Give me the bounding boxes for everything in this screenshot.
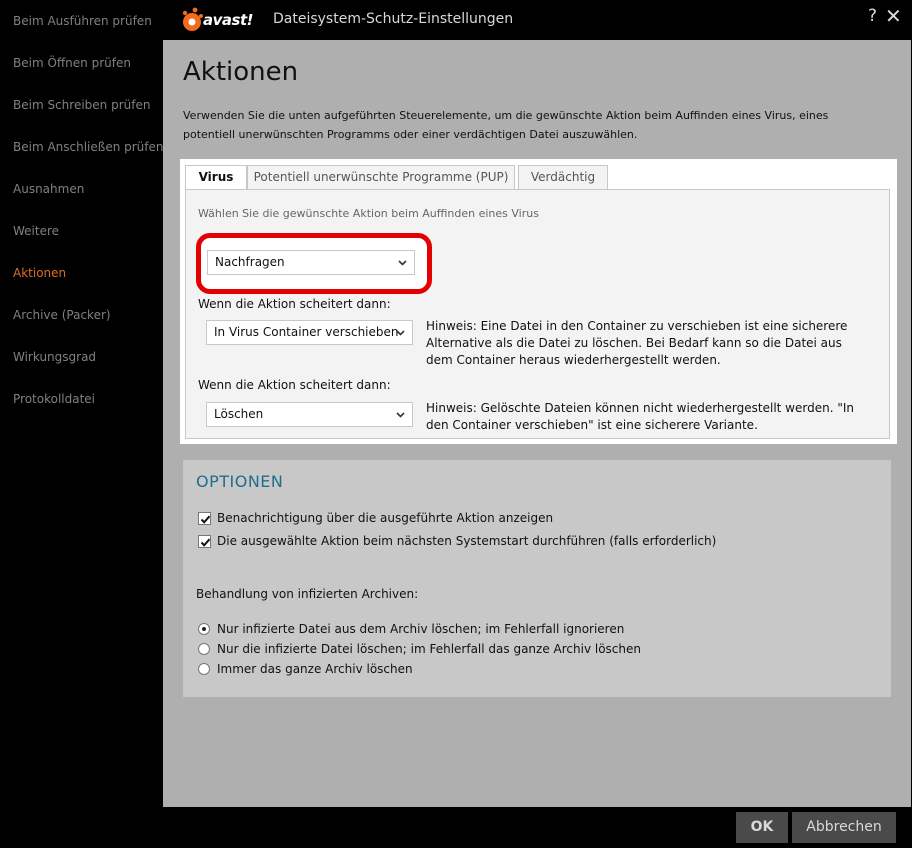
- sidebar-item-beim-oeffnen-pruefen[interactable]: Beim Öffnen prüfen: [13, 56, 131, 70]
- radio-delete-file-or-archive[interactable]: [198, 643, 210, 655]
- radio-delete-file-ignore[interactable]: [198, 623, 210, 635]
- radio-delete-archive[interactable]: [198, 663, 210, 675]
- radio-label-3: Immer das ganze Archiv löschen: [217, 662, 413, 676]
- cancel-button[interactable]: Abbrechen: [792, 812, 896, 843]
- tab-verdaechtig[interactable]: Verdächtig: [518, 165, 608, 189]
- checkbox-notify[interactable]: [198, 511, 211, 525]
- main-content: Aktionen Verwenden Sie die unten aufgefü…: [163, 40, 911, 807]
- tab-panel: Virus Potentiell unerwünschte Programme …: [180, 159, 897, 444]
- sidebar-item-beim-anschliessen-pruefen[interactable]: Beim Anschließen prüfen: [13, 140, 164, 154]
- fallback1-select[interactable]: In Virus Container verschieben: [206, 320, 413, 345]
- primary-action-select[interactable]: Nachfragen: [207, 250, 415, 275]
- radio-label-2: Nur die infizierte Datei löschen; im Feh…: [217, 642, 641, 656]
- highlight-box: Nachfragen: [196, 233, 432, 294]
- radio-row-2[interactable]: Nur die infizierte Datei löschen; im Feh…: [198, 642, 641, 656]
- archive-handling-label: Behandlung von infizierten Archiven:: [196, 587, 419, 601]
- chevron-down-icon: [396, 321, 405, 336]
- tab-pup[interactable]: Potentiell unerwünschte Programme (PUP): [247, 165, 515, 189]
- fallback1-note: Hinweis: Eine Datei in den Container zu …: [426, 319, 848, 367]
- checkmark-icon: [200, 515, 211, 524]
- checkbox-reboot-row[interactable]: Die ausgewählte Aktion beim nächsten Sys…: [198, 534, 716, 548]
- sidebar-item-ausnahmen[interactable]: Ausnahmen: [13, 182, 84, 196]
- options-title: OPTIONEN: [196, 472, 284, 491]
- app-window: Beim Ausführen prüfen Beim Öffnen prüfen…: [0, 0, 912, 848]
- tab-body: Wählen Sie die gewünschte Aktion beim Au…: [185, 189, 890, 439]
- radio-label-1: Nur infizierte Datei aus dem Archiv lösc…: [217, 622, 625, 636]
- close-button[interactable]: ✕: [885, 4, 902, 28]
- chevron-down-icon: [396, 403, 405, 418]
- help-button[interactable]: ?: [868, 6, 877, 26]
- sidebar-item-wirkungsgrad[interactable]: Wirkungsgrad: [13, 350, 96, 364]
- radio-row-3[interactable]: Immer das ganze Archiv löschen: [198, 662, 413, 676]
- avast-logo: avast!: [181, 6, 265, 36]
- checkmark-icon: [200, 538, 211, 547]
- sidebar-item-archive-packer[interactable]: Archive (Packer): [13, 308, 111, 322]
- sidebar-item-aktionen[interactable]: Aktionen: [13, 266, 66, 280]
- fallback1-label: Wenn die Aktion scheitert dann:: [198, 297, 391, 311]
- sidebar-item-weitere[interactable]: Weitere: [13, 224, 59, 238]
- sidebar-item-beim-ausfuehren-pruefen[interactable]: Beim Ausführen prüfen: [13, 14, 152, 28]
- sidebar: Beim Ausführen prüfen Beim Öffnen prüfen…: [0, 0, 164, 848]
- checkbox-reboot-label: Die ausgewählte Aktion beim nächsten Sys…: [217, 534, 717, 548]
- intro-text: Verwenden Sie die unten aufgeführten Ste…: [183, 109, 829, 141]
- options-panel: OPTIONEN Benachrichtigung über die ausge…: [183, 460, 891, 697]
- primary-action-value: Nachfragen: [215, 255, 285, 269]
- sidebar-item-protokolldatei[interactable]: Protokolldatei: [13, 392, 95, 406]
- tab-hint: Wählen Sie die gewünschte Aktion beim Au…: [198, 207, 539, 220]
- sidebar-item-beim-schreiben-pruefen[interactable]: Beim Schreiben prüfen: [13, 98, 150, 112]
- checkbox-notify-row[interactable]: Benachrichtigung über die ausgeführte Ak…: [198, 511, 553, 525]
- fallback1-value: In Virus Container verschieben: [214, 325, 399, 339]
- fallback2-label: Wenn die Aktion scheitert dann:: [198, 378, 391, 392]
- chevron-down-icon: [398, 251, 407, 266]
- checkbox-reboot[interactable]: [198, 534, 211, 548]
- checkbox-notify-label: Benachrichtigung über die ausgeführte Ak…: [217, 511, 554, 525]
- title-bar: avast! Dateisystem-Schutz-Einstellungen …: [163, 0, 912, 40]
- page-title: Aktionen: [183, 57, 299, 87]
- brand-name: avast!: [203, 11, 253, 29]
- fallback2-select[interactable]: Löschen: [206, 402, 413, 427]
- tab-virus[interactable]: Virus: [185, 165, 247, 190]
- fallback2-value: Löschen: [214, 407, 264, 421]
- fallback2-note: Hinweis: Gelöschte Dateien können nicht …: [426, 401, 854, 432]
- ok-button[interactable]: OK: [736, 812, 788, 843]
- radio-row-1[interactable]: Nur infizierte Datei aus dem Archiv lösc…: [198, 622, 624, 636]
- window-title: Dateisystem-Schutz-Einstellungen: [273, 11, 514, 27]
